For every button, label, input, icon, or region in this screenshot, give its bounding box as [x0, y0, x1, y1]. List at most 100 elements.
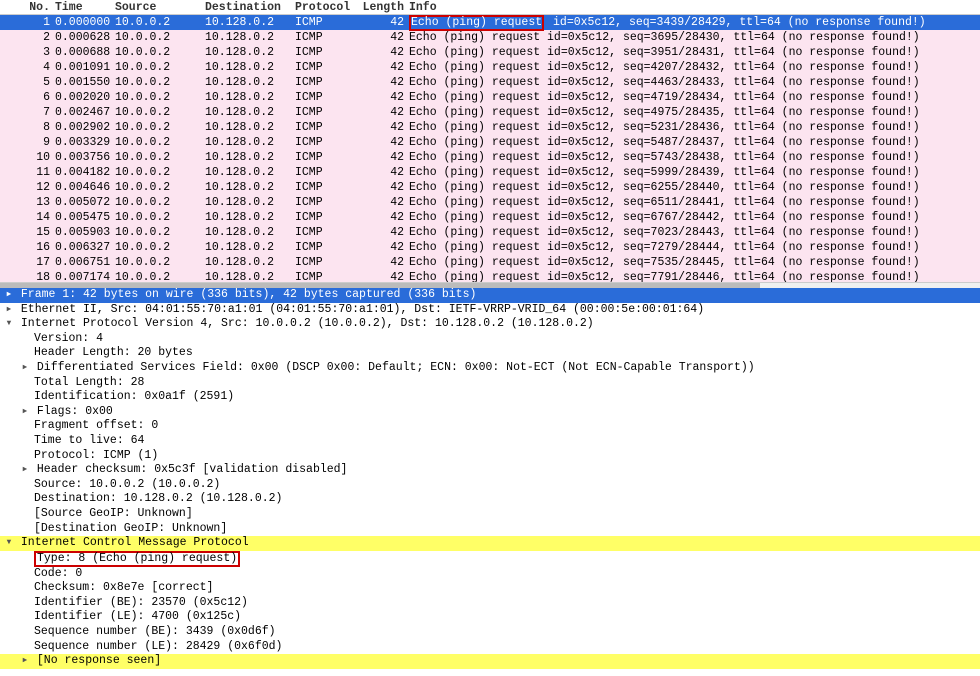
- table-row[interactable]: 40.00109110.0.0.210.128.0.2ICMP42Echo (p…: [0, 60, 980, 75]
- expand-icon[interactable]: ▸: [4, 288, 14, 303]
- detail-line[interactable]: Protocol: ICMP (1): [0, 449, 980, 464]
- detail-line[interactable]: ▸ Ethernet II, Src: 04:01:55:70:a1:01 (0…: [0, 303, 980, 318]
- detail-line[interactable]: Destination: 10.128.0.2 (10.128.0.2): [0, 492, 980, 507]
- cell-length: 42: [359, 90, 409, 105]
- cell-destination: 10.128.0.2: [205, 60, 295, 75]
- table-row[interactable]: 160.00632710.0.0.210.128.0.2ICMP42Echo (…: [0, 240, 980, 255]
- cell-time: 0.002902: [55, 120, 115, 135]
- col-destination[interactable]: Destination: [205, 0, 295, 14]
- cell-time: 0.005475: [55, 210, 115, 225]
- cell-time: 0.006751: [55, 255, 115, 270]
- cell-protocol: ICMP: [295, 255, 359, 270]
- detail-line[interactable]: Time to live: 64: [0, 434, 980, 449]
- col-source[interactable]: Source: [115, 0, 205, 14]
- table-row[interactable]: 50.00155010.0.0.210.128.0.2ICMP42Echo (p…: [0, 75, 980, 90]
- table-row[interactable]: 10.00000010.0.0.210.128.0.2ICMP42Echo (p…: [0, 15, 980, 30]
- detail-line[interactable]: ▸ Flags: 0x00: [0, 405, 980, 420]
- detail-line[interactable]: ▾ Internet Control Message Protocol: [0, 536, 980, 551]
- expand-icon[interactable]: ▸: [20, 405, 30, 420]
- cell-info: Echo (ping) request id=0x5c12, seq=5999/…: [409, 165, 980, 180]
- cell-no: 2: [0, 30, 55, 45]
- cell-destination: 10.128.0.2: [205, 75, 295, 90]
- detail-line[interactable]: Identifier (BE): 23570 (0x5c12): [0, 596, 980, 611]
- col-length[interactable]: Length: [359, 0, 409, 14]
- cell-no: 3: [0, 45, 55, 60]
- col-info[interactable]: Info: [409, 0, 980, 14]
- detail-line[interactable]: Fragment offset: 0: [0, 419, 980, 434]
- table-row[interactable]: 20.00062810.0.0.210.128.0.2ICMP42Echo (p…: [0, 30, 980, 45]
- detail-line[interactable]: Sequence number (BE): 3439 (0x0d6f): [0, 625, 980, 640]
- packet-list-pane[interactable]: No. Time Source Destination Protocol Len…: [0, 0, 980, 283]
- cell-info: Echo (ping) request id=0x5c12, seq=6255/…: [409, 180, 980, 195]
- detail-line[interactable]: Type: 8 (Echo (ping) request): [0, 551, 980, 567]
- detail-line[interactable]: Total Length: 28: [0, 376, 980, 391]
- cell-no: 6: [0, 90, 55, 105]
- detail-line[interactable]: ▸ Header checksum: 0x5c3f [validation di…: [0, 463, 980, 478]
- table-row[interactable]: 90.00332910.0.0.210.128.0.2ICMP42Echo (p…: [0, 135, 980, 150]
- detail-line[interactable]: Identifier (LE): 4700 (0x125c): [0, 610, 980, 625]
- cell-destination: 10.128.0.2: [205, 90, 295, 105]
- table-row[interactable]: 70.00246710.0.0.210.128.0.2ICMP42Echo (p…: [0, 105, 980, 120]
- cell-source: 10.0.0.2: [115, 60, 205, 75]
- cell-protocol: ICMP: [295, 180, 359, 195]
- detail-line[interactable]: Identification: 0x0a1f (2591): [0, 390, 980, 405]
- table-row[interactable]: 130.00507210.0.0.210.128.0.2ICMP42Echo (…: [0, 195, 980, 210]
- cell-time: 0.007174: [55, 270, 115, 283]
- cell-protocol: ICMP: [295, 105, 359, 120]
- detail-line[interactable]: Checksum: 0x8e7e [correct]: [0, 581, 980, 596]
- detail-line[interactable]: Sequence number (LE): 28429 (0x6f0d): [0, 640, 980, 655]
- info-highlight-box: Echo (ping) request: [409, 15, 544, 31]
- detail-line[interactable]: [Destination GeoIP: Unknown]: [0, 522, 980, 537]
- detail-highlight-box: Type: 8 (Echo (ping) request): [34, 551, 240, 567]
- expand-icon[interactable]: ▸: [20, 463, 30, 478]
- expand-icon[interactable]: ▾: [4, 317, 14, 332]
- expand-icon[interactable]: ▸: [20, 361, 30, 376]
- table-row[interactable]: 100.00375610.0.0.210.128.0.2ICMP42Echo (…: [0, 150, 980, 165]
- detail-line[interactable]: Source: 10.0.0.2 (10.0.0.2): [0, 478, 980, 493]
- cell-protocol: ICMP: [295, 195, 359, 210]
- table-row[interactable]: 30.00068810.0.0.210.128.0.2ICMP42Echo (p…: [0, 45, 980, 60]
- cell-destination: 10.128.0.2: [205, 180, 295, 195]
- cell-no: 1: [0, 15, 55, 30]
- cell-destination: 10.128.0.2: [205, 135, 295, 150]
- detail-line[interactable]: ▾ Internet Protocol Version 4, Src: 10.0…: [0, 317, 980, 332]
- table-row[interactable]: 170.00675110.0.0.210.128.0.2ICMP42Echo (…: [0, 255, 980, 270]
- cell-source: 10.0.0.2: [115, 75, 205, 90]
- cell-source: 10.0.0.2: [115, 90, 205, 105]
- detail-line[interactable]: Version: 4: [0, 332, 980, 347]
- cell-info: Echo (ping) request id=0x5c12, seq=6767/…: [409, 210, 980, 225]
- cell-length: 42: [359, 45, 409, 60]
- detail-line[interactable]: ▸ Frame 1: 42 bytes on wire (336 bits), …: [0, 288, 980, 303]
- expand-icon[interactable]: ▸: [20, 654, 30, 669]
- table-row[interactable]: 120.00464610.0.0.210.128.0.2ICMP42Echo (…: [0, 180, 980, 195]
- table-row[interactable]: 140.00547510.0.0.210.128.0.2ICMP42Echo (…: [0, 210, 980, 225]
- col-no[interactable]: No.: [0, 0, 55, 14]
- col-protocol[interactable]: Protocol: [295, 0, 359, 14]
- table-row[interactable]: 110.00418210.0.0.210.128.0.2ICMP42Echo (…: [0, 165, 980, 180]
- packet-list-header: No. Time Source Destination Protocol Len…: [0, 0, 980, 15]
- cell-destination: 10.128.0.2: [205, 195, 295, 210]
- cell-no: 7: [0, 105, 55, 120]
- cell-destination: 10.128.0.2: [205, 45, 295, 60]
- cell-info: Echo (ping) request id=0x5c12, seq=4463/…: [409, 75, 980, 90]
- cell-info: Echo (ping) request id=0x5c12, seq=5231/…: [409, 120, 980, 135]
- detail-line[interactable]: ▸ [No response seen]: [0, 654, 980, 669]
- detail-line[interactable]: Code: 0: [0, 567, 980, 582]
- cell-protocol: ICMP: [295, 60, 359, 75]
- table-row[interactable]: 60.00202010.0.0.210.128.0.2ICMP42Echo (p…: [0, 90, 980, 105]
- detail-line[interactable]: Header Length: 20 bytes: [0, 346, 980, 361]
- packet-details-pane[interactable]: ▸ Frame 1: 42 bytes on wire (336 bits), …: [0, 288, 980, 676]
- cell-source: 10.0.0.2: [115, 30, 205, 45]
- expand-icon[interactable]: ▾: [4, 536, 14, 551]
- table-row[interactable]: 150.00590310.0.0.210.128.0.2ICMP42Echo (…: [0, 225, 980, 240]
- cell-no: 12: [0, 180, 55, 195]
- expand-icon[interactable]: ▸: [4, 303, 14, 318]
- cell-length: 42: [359, 255, 409, 270]
- col-time[interactable]: Time: [55, 0, 115, 14]
- cell-info: Echo (ping) request id=0x5c12, seq=7535/…: [409, 255, 980, 270]
- table-row[interactable]: 180.00717410.0.0.210.128.0.2ICMP42Echo (…: [0, 270, 980, 283]
- detail-line[interactable]: [Source GeoIP: Unknown]: [0, 507, 980, 522]
- detail-line[interactable]: ▸ Differentiated Services Field: 0x00 (D…: [0, 361, 980, 376]
- table-row[interactable]: 80.00290210.0.0.210.128.0.2ICMP42Echo (p…: [0, 120, 980, 135]
- cell-no: 9: [0, 135, 55, 150]
